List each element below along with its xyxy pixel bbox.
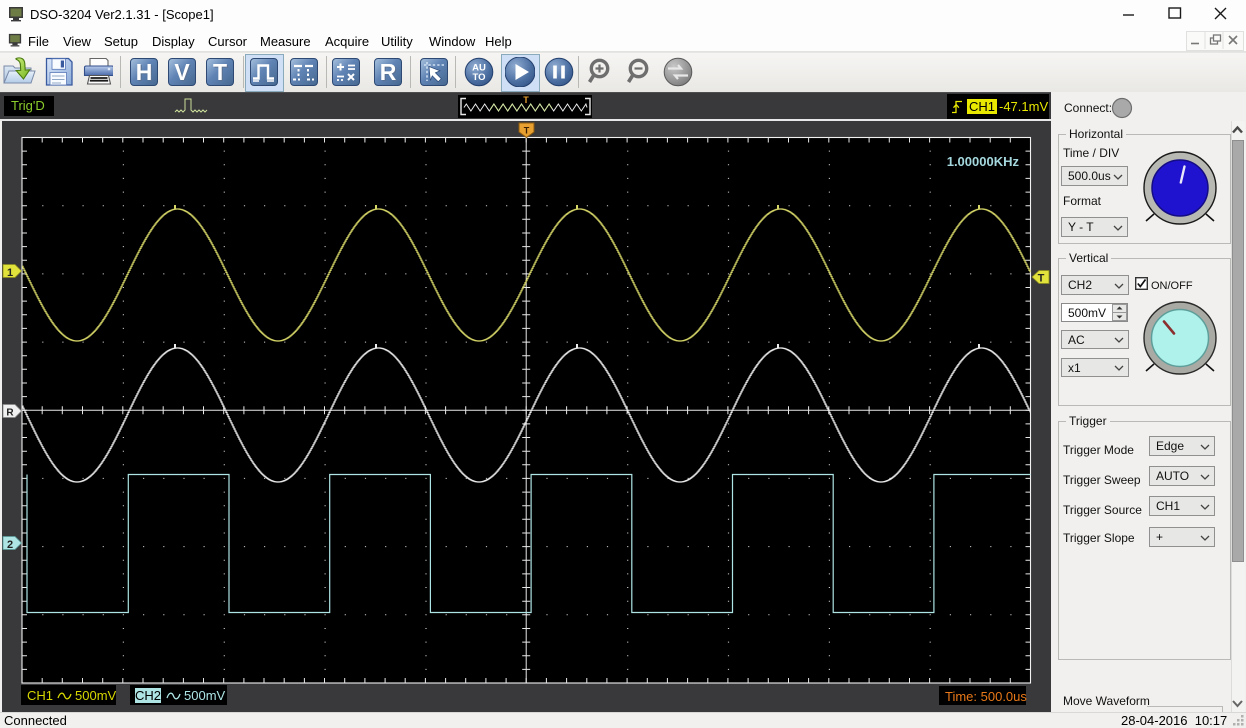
svg-text:R: R xyxy=(380,59,397,85)
svg-text:T: T xyxy=(523,95,529,105)
svg-text:TO: TO xyxy=(472,72,485,83)
svg-text:1.00000KHz: 1.00000KHz xyxy=(947,154,1020,169)
svg-text:V: V xyxy=(174,59,190,85)
svg-text:T: T xyxy=(524,126,530,136)
svg-text:2: 2 xyxy=(7,539,13,551)
svg-text:T: T xyxy=(213,59,227,85)
svg-text:1: 1 xyxy=(7,267,13,279)
svg-text:R: R xyxy=(6,408,14,419)
svg-text:H: H xyxy=(136,59,153,85)
svg-text:T: T xyxy=(1038,273,1045,285)
